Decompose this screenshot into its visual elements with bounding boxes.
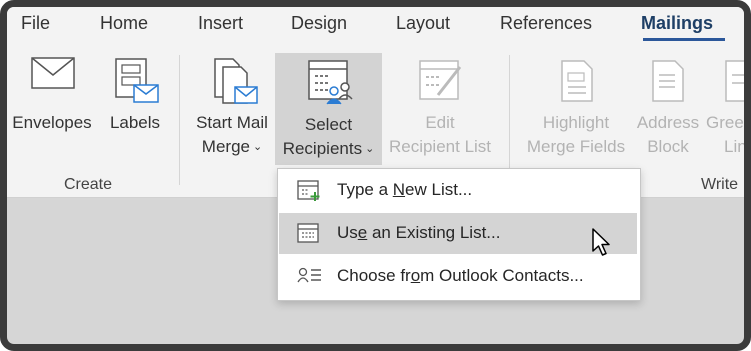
group-label-create: Create: [64, 176, 113, 193]
tab-references[interactable]: References: [500, 13, 592, 34]
start-mail-merge-line2: Merge ⌄: [189, 135, 275, 161]
envelopes-button[interactable]: Envelopes: [9, 53, 95, 153]
highlight-merge-fields-button[interactable]: Highlight Merge Fields: [520, 53, 632, 163]
tab-file[interactable]: File: [21, 13, 50, 34]
select-recipients-menu: Type a New List... Use an Existing List.…: [277, 168, 641, 301]
menu-item-type-new-list[interactable]: Type a New List...: [279, 170, 637, 211]
tab-design[interactable]: Design: [291, 13, 347, 34]
select-recipients-line2: Recipients ⌄: [275, 137, 382, 163]
labels-icon: [115, 58, 159, 103]
address-block-icon: [652, 60, 684, 102]
ribbon-tab-bar: File Home Insert Design Layout Reference…: [7, 7, 744, 45]
new-list-icon: [297, 180, 320, 201]
select-recipients-button[interactable]: Select Recipients ⌄: [275, 53, 382, 165]
greeting-line-button[interactable]: Greeti Lin: [704, 53, 744, 163]
label-part: Type a: [337, 180, 393, 199]
word-window: File Home Insert Design Layout Reference…: [0, 0, 751, 351]
highlight-merge-fields-icon: [561, 60, 593, 102]
tab-mailings[interactable]: Mailings: [641, 13, 713, 34]
tab-insert[interactable]: Insert: [198, 13, 243, 34]
access-key: o: [410, 266, 421, 285]
label-part: an Existing List...: [367, 223, 501, 242]
menu-item-choose-outlook-contacts[interactable]: Choose from Outlook Contacts...: [279, 256, 637, 297]
envelope-icon: [31, 57, 75, 89]
access-key: N: [392, 180, 406, 199]
tab-home[interactable]: Home: [100, 13, 148, 34]
greeting-line-icon: [725, 60, 744, 102]
start-mail-merge-label: Merge: [201, 137, 250, 156]
group-divider: [179, 55, 180, 185]
active-tab-indicator: [643, 38, 725, 41]
menu-item-label: Use an Existing List...: [337, 223, 500, 243]
edit-recipient-list-button[interactable]: Edit Recipient List: [384, 53, 496, 163]
group-label-write: Write: [701, 176, 739, 193]
mouse-cursor-icon: [592, 228, 610, 256]
chevron-down-icon: ⌄: [365, 143, 375, 155]
select-recipients-icon: [308, 60, 353, 105]
menu-item-label: Type a New List...: [337, 180, 472, 200]
access-key: e: [357, 223, 368, 242]
labels-button[interactable]: Labels: [104, 53, 166, 153]
existing-list-icon: [297, 223, 319, 243]
chevron-down-icon: ⌄: [252, 141, 263, 153]
label-part: Choose fr: [337, 266, 411, 285]
select-recipients-label: Recipients: [282, 139, 363, 158]
menu-item-label: Choose from Outlook Contacts...: [337, 266, 584, 286]
label-part: Us: [337, 223, 358, 242]
group-divider: [509, 55, 510, 185]
label-part: ew List...: [405, 180, 473, 199]
outlook-contacts-icon: [297, 267, 321, 283]
label-part: m Outlook Contacts...: [420, 266, 584, 285]
address-block-button[interactable]: Address Block: [632, 53, 704, 163]
start-mail-merge-button[interactable]: Start Mail Merge ⌄: [189, 53, 275, 163]
start-mail-merge-icon: [214, 58, 258, 104]
tab-layout[interactable]: Layout: [396, 13, 450, 34]
edit-recipient-list-icon: [419, 60, 462, 100]
menu-item-use-existing-list[interactable]: Use an Existing List...: [279, 213, 637, 254]
